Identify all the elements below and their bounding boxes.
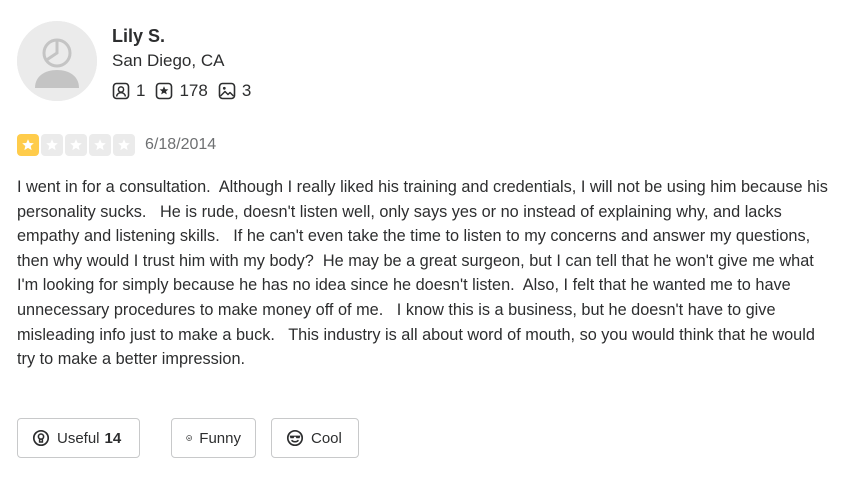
review-text: I went in for a consultation. Although I… <box>17 178 833 369</box>
photo-icon <box>218 82 236 100</box>
star-filled-icon <box>17 134 39 156</box>
cool-button[interactable]: Cool <box>271 418 359 458</box>
user-location: San Diego, CA <box>112 51 225 70</box>
photos-count: 3 <box>241 81 252 100</box>
reviews-stat: 178 <box>155 81 208 101</box>
funny-face-icon <box>186 435 192 441</box>
reviews-count: 178 <box>179 81 208 100</box>
friends-stat: 1 <box>112 81 145 101</box>
star-empty-icon <box>41 134 63 156</box>
useful-label: Useful <box>57 429 100 447</box>
star-empty-icon <box>89 134 111 156</box>
funny-button[interactable]: Funny <box>171 418 256 458</box>
star-rating: 6/18/2014 <box>17 134 216 156</box>
avatar[interactable] <box>17 21 97 101</box>
star-rating-stars <box>17 134 137 156</box>
review-star-icon <box>156 82 173 100</box>
useful-count: 14 <box>104 429 122 447</box>
default-user-avatar-icon <box>17 21 97 101</box>
user-name[interactable]: Lily S. <box>112 25 165 47</box>
photos-stat: 3 <box>218 81 251 101</box>
funny-label: Funny <box>199 429 241 447</box>
star-empty-icon <box>113 134 135 156</box>
cool-label: Cool <box>311 429 342 447</box>
star-empty-icon <box>65 134 87 156</box>
useful-button[interactable]: Useful 14 <box>17 418 140 458</box>
friends-icon <box>112 82 130 100</box>
friends-count: 1 <box>136 81 146 100</box>
user-stats: 1 178 3 <box>112 80 261 102</box>
cool-sunglasses-icon <box>286 429 304 447</box>
useful-lightbulb-icon <box>32 429 50 447</box>
review-date: 6/18/2014 <box>145 136 217 153</box>
